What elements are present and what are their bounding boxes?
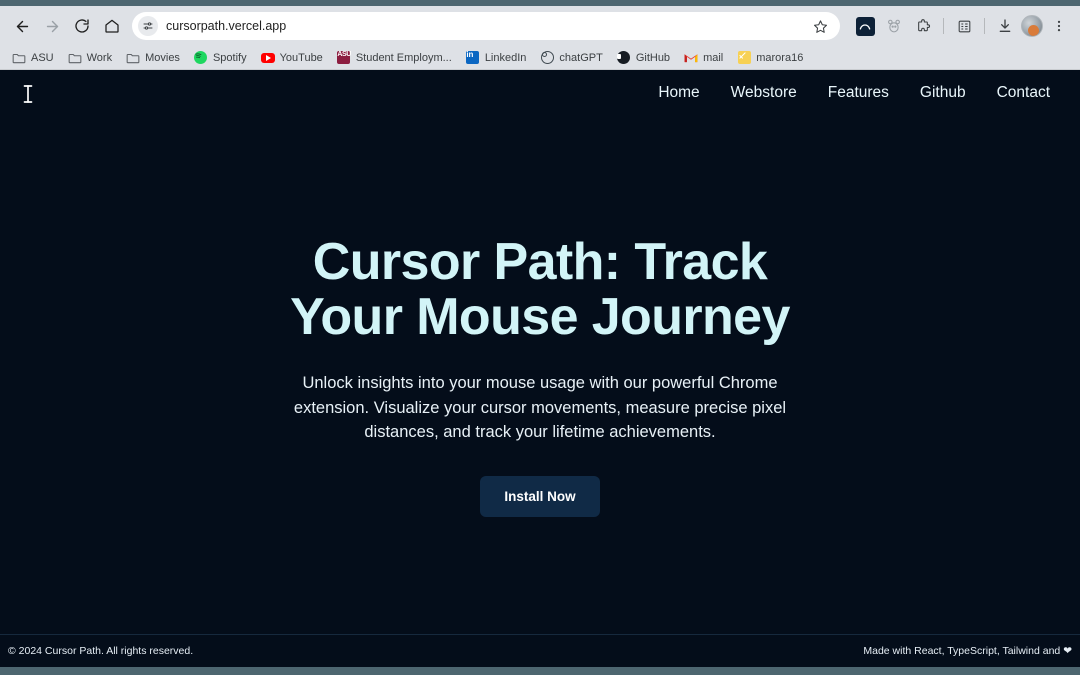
bookmark-asu-folder[interactable]: ASU [6,49,60,67]
bookmark-label: ASU [31,51,54,64]
home-button[interactable] [98,12,126,40]
footer-credit: Made with React, TypeScript, Tailwind an… [863,645,1072,657]
bookmark-label: LinkedIn [484,51,527,64]
back-button[interactable] [8,12,36,40]
bookmark-label: GitHub [635,51,671,64]
asu-icon: ASU [337,51,351,65]
page-viewport: Home Webstore Features Github Contact Cu… [0,70,1080,667]
linkedin-icon: in [466,51,480,65]
bookmark-github[interactable]: GitHub [611,49,676,67]
hero-section: Cursor Path: Track Your Mouse Journey Un… [0,115,1080,634]
bookmark-label: Movies [145,51,180,64]
toolbar-separator [943,18,944,34]
bookmark-linkedin[interactable]: in LinkedIn [460,49,533,67]
reading-list-icon[interactable] [951,13,977,39]
browser-chrome: cursorpath.vercel.app ASU Work Movies Sp… [0,6,1080,70]
bookmark-label: Work [86,51,113,64]
page-title: Cursor Path: Track Your Mouse Journey [290,233,790,347]
notion-icon [737,51,751,65]
bookmark-work-folder[interactable]: Work [62,49,118,67]
profile-avatar[interactable] [1021,15,1043,37]
bookmark-chatgpt[interactable]: chatGPT [534,49,608,67]
hero-subheading: Unlock insights into your mouse usage wi… [293,374,787,442]
github-icon [617,51,631,65]
bookmark-star-icon[interactable] [808,14,832,38]
bookmark-label: chatGPT [559,51,603,64]
mouse-extension-icon[interactable] [881,13,907,39]
spotify-icon [194,51,208,65]
nav-link-webstore[interactable]: Webstore [731,84,797,102]
browser-toolbar: cursorpath.vercel.app [0,6,1080,46]
nav-link-home[interactable]: Home [658,84,699,102]
install-now-button[interactable]: Install Now [480,476,600,518]
nav-link-contact[interactable]: Contact [997,84,1050,102]
bookmark-spotify[interactable]: Spotify [188,49,253,67]
bookmark-student-employment[interactable]: ASU Student Employm... [331,49,458,67]
gmail-icon [684,51,698,65]
bookmark-mail[interactable]: mail [678,49,729,67]
chatgpt-icon [540,51,554,65]
forward-button[interactable] [38,12,66,40]
address-bar-url[interactable]: cursorpath.vercel.app [166,19,800,33]
os-window-bottom-band [0,667,1080,675]
site-footer: © 2024 Cursor Path. All rights reserved.… [0,634,1080,667]
bookmark-youtube[interactable]: YouTube [255,49,329,67]
youtube-icon [260,51,275,65]
toolbar-separator-2 [984,18,985,34]
nav-link-features[interactable]: Features [828,84,889,102]
i-beam-cursor-icon [21,83,35,110]
nav-link-github[interactable]: Github [920,84,966,102]
bookmark-label: Student Employm... [355,51,452,64]
bookmark-label: marora16 [756,51,804,64]
toolbar-actions [848,13,1072,39]
extensions-puzzle-icon[interactable] [910,13,936,39]
cursor-path-extension-icon[interactable] [852,13,878,39]
chrome-menu-icon[interactable] [1046,13,1072,39]
site-settings-tune-icon[interactable] [138,16,158,36]
bookmark-marora16[interactable]: marora16 [731,49,809,67]
site-navigation: Home Webstore Features Github Contact [0,70,1080,115]
folder-icon [126,51,140,65]
bookmarks-bar: ASU Work Movies Spotify YouTube ASU Stud… [0,46,1080,70]
bookmark-label: YouTube [279,51,323,64]
folder-icon [12,51,26,65]
bookmark-label: Spotify [212,51,247,64]
folder-icon [68,51,82,65]
reload-button[interactable] [68,12,96,40]
address-bar[interactable]: cursorpath.vercel.app [132,12,840,40]
heart-icon: ❤ [1063,645,1072,657]
footer-credit-text: Made with React, TypeScript, Tailwind an… [863,645,1061,657]
downloads-icon[interactable] [992,13,1018,39]
bookmark-movies-folder[interactable]: Movies [120,49,186,67]
bookmark-label: mail [703,51,724,64]
footer-copyright: © 2024 Cursor Path. All rights reserved. [8,645,194,657]
